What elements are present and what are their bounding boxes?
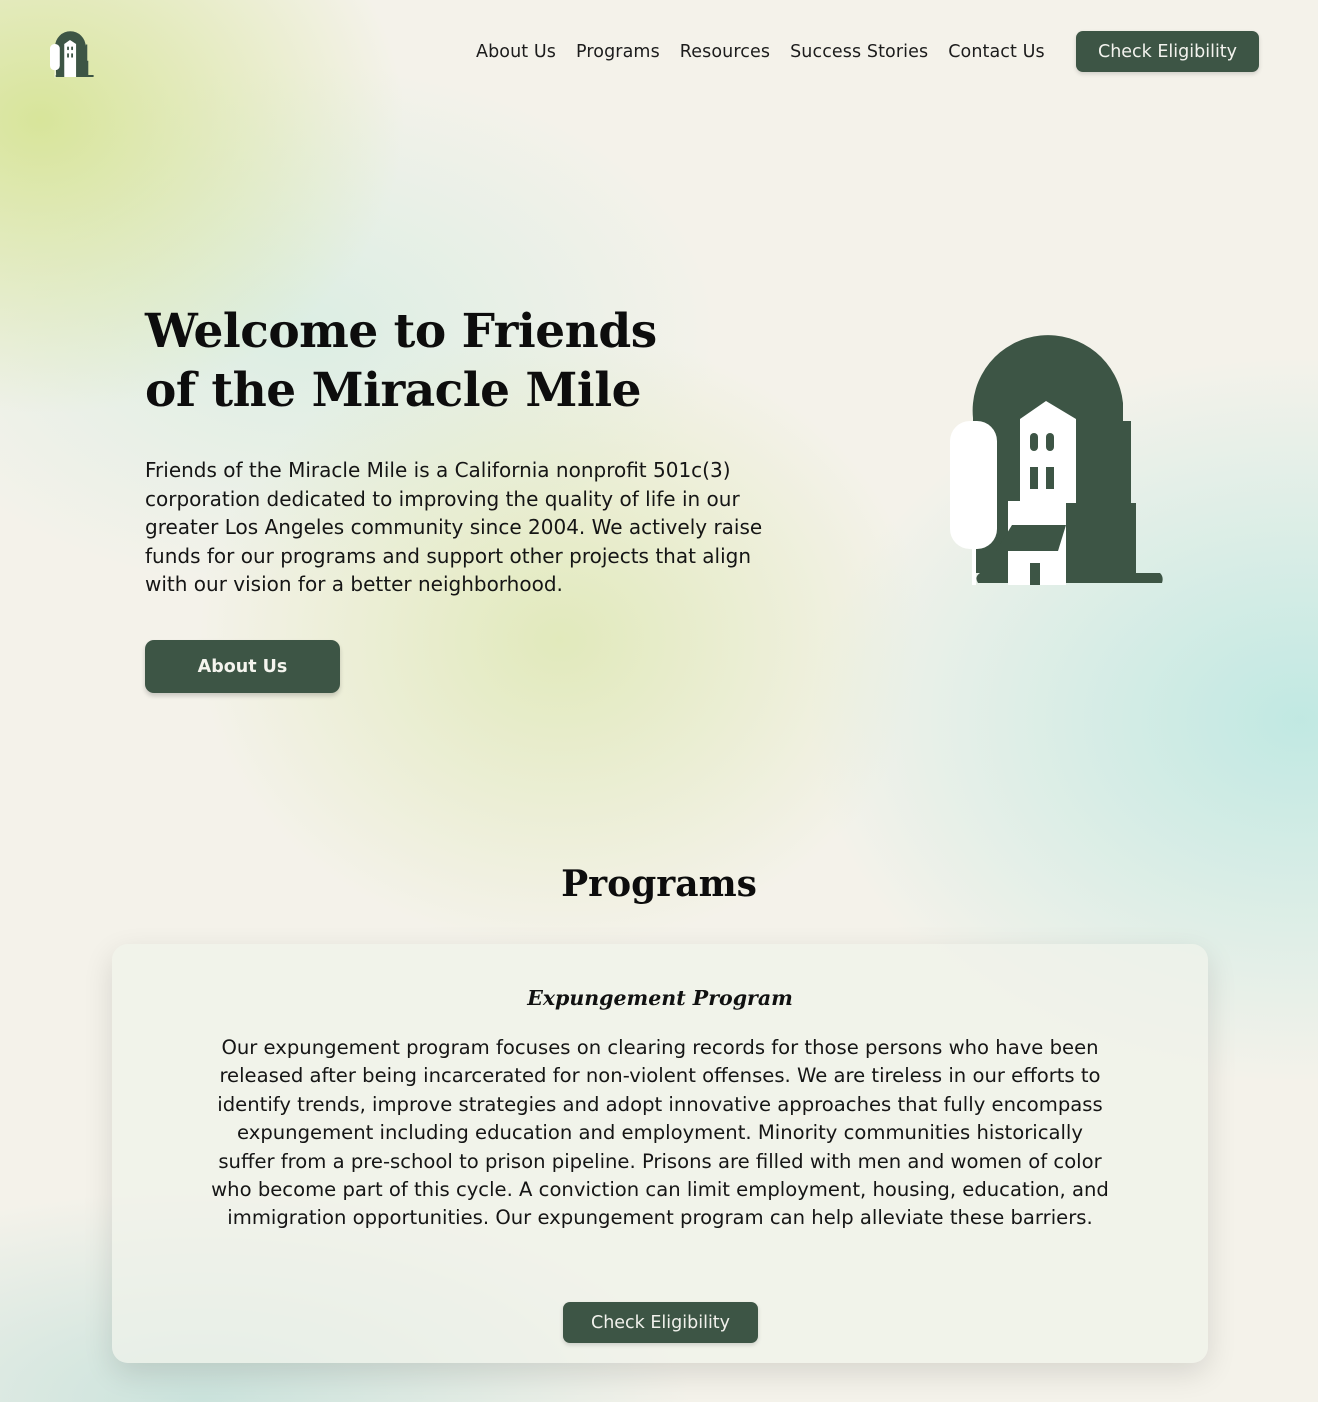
nav-resources[interactable]: Resources bbox=[670, 40, 780, 64]
nav-contact-us[interactable]: Contact Us bbox=[938, 40, 1055, 64]
card-title: Expungement Program bbox=[527, 986, 793, 1010]
check-eligibility-header-button[interactable]: Check Eligibility bbox=[1076, 31, 1259, 72]
logo-icon[interactable] bbox=[50, 26, 94, 78]
hero-title: Welcome to Friends of the Miracle Mile bbox=[145, 304, 657, 418]
nav-about-us[interactable]: About Us bbox=[466, 40, 566, 64]
building-arch-illustration bbox=[948, 333, 1164, 587]
nav-programs[interactable]: Programs bbox=[566, 40, 670, 64]
main-nav: About Us Programs Resources Success Stor… bbox=[466, 40, 1055, 64]
nav-success-stories[interactable]: Success Stories bbox=[780, 40, 938, 64]
check-eligibility-card-button[interactable]: Check Eligibility bbox=[563, 1302, 758, 1343]
programs-section-title: Programs bbox=[561, 863, 757, 905]
expungement-program-card: Expungement Program Our expungement prog… bbox=[112, 944, 1208, 1363]
hero-description: Friends of the Miracle Mile is a Califor… bbox=[145, 458, 763, 596]
card-description: Our expungement program focuses on clear… bbox=[211, 1036, 1109, 1230]
about-us-button[interactable]: About Us bbox=[145, 640, 340, 693]
